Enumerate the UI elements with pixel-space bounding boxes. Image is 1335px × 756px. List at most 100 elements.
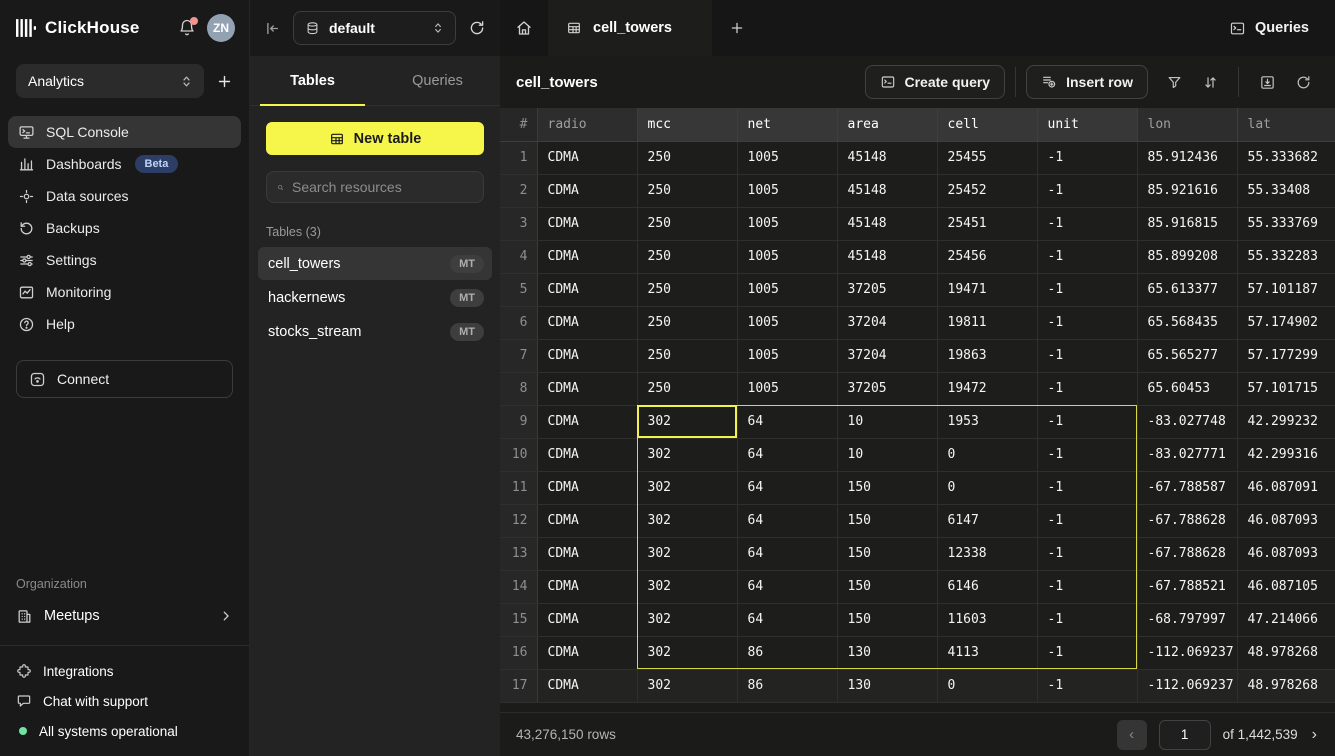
table-cell[interactable]: 64: [737, 438, 837, 471]
table-cell[interactable]: 45148: [837, 141, 937, 174]
table-cell[interactable]: 1005: [737, 141, 837, 174]
table-cell[interactable]: CDMA: [537, 438, 637, 471]
table-cell[interactable]: -1: [1037, 570, 1137, 603]
table-cell[interactable]: CDMA: [537, 570, 637, 603]
system-status[interactable]: All systems operational: [0, 716, 249, 746]
table-cell[interactable]: 46.087093: [1237, 537, 1335, 570]
table-cell[interactable]: 302: [637, 471, 737, 504]
table-cell[interactable]: CDMA: [537, 240, 637, 273]
column-header[interactable]: mcc: [637, 108, 737, 141]
table-cell[interactable]: -1: [1037, 537, 1137, 570]
table-cell[interactable]: 1005: [737, 240, 837, 273]
table-cell[interactable]: CDMA: [537, 174, 637, 207]
column-header[interactable]: net: [737, 108, 837, 141]
row-number[interactable]: 5: [500, 273, 537, 306]
table-cell[interactable]: 250: [637, 273, 737, 306]
table-cell[interactable]: 25456: [937, 240, 1037, 273]
table-cell[interactable]: 55.33408: [1237, 174, 1335, 207]
table-cell[interactable]: 11603: [937, 603, 1037, 636]
table-cell[interactable]: -1: [1037, 636, 1137, 669]
table-cell[interactable]: -1: [1037, 306, 1137, 339]
table-cell[interactable]: 37204: [837, 306, 937, 339]
table-cell[interactable]: 25451: [937, 207, 1037, 240]
table-cell[interactable]: -112.069237: [1137, 636, 1237, 669]
table-cell[interactable]: 64: [737, 537, 837, 570]
row-number[interactable]: 6: [500, 306, 537, 339]
table-cell[interactable]: 85.912436: [1137, 141, 1237, 174]
table-cell[interactable]: 302: [637, 504, 737, 537]
table-cell[interactable]: 55.332283: [1237, 240, 1335, 273]
table-cell[interactable]: CDMA: [537, 636, 637, 669]
table-cell[interactable]: CDMA: [537, 471, 637, 504]
table-list-item-hackernews[interactable]: hackernews MT: [258, 281, 492, 314]
row-number[interactable]: 15: [500, 603, 537, 636]
table-cell[interactable]: 250: [637, 207, 737, 240]
row-number[interactable]: 4: [500, 240, 537, 273]
table-cell[interactable]: 19811: [937, 306, 1037, 339]
sidebar-item-dashboards[interactable]: Dashboards Beta: [8, 148, 241, 180]
table-cell[interactable]: 45148: [837, 240, 937, 273]
sidebar-item-integrations[interactable]: Integrations: [0, 656, 249, 686]
table-cell[interactable]: 1005: [737, 174, 837, 207]
table-cell[interactable]: -1: [1037, 273, 1137, 306]
table-cell[interactable]: 48.978268: [1237, 636, 1335, 669]
row-number[interactable]: 14: [500, 570, 537, 603]
table-cell[interactable]: 302: [637, 603, 737, 636]
table-cell[interactable]: 250: [637, 141, 737, 174]
table-cell[interactable]: 250: [637, 372, 737, 405]
table-cell[interactable]: 64: [737, 405, 837, 438]
row-number[interactable]: 7: [500, 339, 537, 372]
table-cell[interactable]: 85.921616: [1137, 174, 1237, 207]
table-cell[interactable]: 1005: [737, 339, 837, 372]
sidebar-item-sql-console[interactable]: SQL Console: [8, 116, 241, 148]
table-cell[interactable]: 37205: [837, 273, 937, 306]
table-cell[interactable]: 37204: [837, 339, 937, 372]
collapse-panel-button[interactable]: [264, 20, 281, 37]
table-cell[interactable]: 10: [837, 405, 937, 438]
row-number[interactable]: 9: [500, 405, 537, 438]
previous-page-button[interactable]: ‹: [1117, 720, 1147, 750]
table-cell[interactable]: 0: [937, 471, 1037, 504]
page-number-input[interactable]: [1159, 720, 1211, 750]
table-cell[interactable]: -1: [1037, 141, 1137, 174]
table-cell[interactable]: 1005: [737, 306, 837, 339]
table-cell[interactable]: 302: [637, 570, 737, 603]
table-cell[interactable]: 19863: [937, 339, 1037, 372]
table-cell[interactable]: 250: [637, 339, 737, 372]
table-cell[interactable]: 150: [837, 471, 937, 504]
table-cell[interactable]: 0: [937, 669, 1037, 702]
table-cell[interactable]: 250: [637, 240, 737, 273]
table-cell[interactable]: -83.027771: [1137, 438, 1237, 471]
table-cell[interactable]: 86: [737, 636, 837, 669]
table-cell[interactable]: -1: [1037, 240, 1137, 273]
table-cell[interactable]: CDMA: [537, 372, 637, 405]
sidebar-item-help[interactable]: Help: [8, 308, 241, 340]
filter-button[interactable]: [1156, 65, 1192, 99]
row-number[interactable]: 2: [500, 174, 537, 207]
column-header[interactable]: lat: [1237, 108, 1335, 141]
table-cell[interactable]: -1: [1037, 438, 1137, 471]
table-cell[interactable]: 150: [837, 570, 937, 603]
sidebar-item-meetups[interactable]: Meetups: [0, 599, 249, 633]
table-cell[interactable]: 85.916815: [1137, 207, 1237, 240]
table-cell[interactable]: -112.069237: [1137, 669, 1237, 702]
table-cell[interactable]: 57.101187: [1237, 273, 1335, 306]
table-cell[interactable]: -1: [1037, 339, 1137, 372]
table-cell[interactable]: 19472: [937, 372, 1037, 405]
table-cell[interactable]: 302: [637, 537, 737, 570]
table-cell[interactable]: CDMA: [537, 669, 637, 702]
table-cell[interactable]: 65.60453: [1137, 372, 1237, 405]
table-cell[interactable]: -1: [1037, 471, 1137, 504]
notifications-button[interactable]: [176, 17, 198, 39]
table-cell[interactable]: -67.788587: [1137, 471, 1237, 504]
table-cell[interactable]: 57.101715: [1237, 372, 1335, 405]
table-cell[interactable]: 1953: [937, 405, 1037, 438]
column-header[interactable]: lon: [1137, 108, 1237, 141]
table-cell[interactable]: -1: [1037, 207, 1137, 240]
avatar[interactable]: ZN: [207, 14, 235, 42]
table-cell[interactable]: 302: [637, 669, 737, 702]
table-cell[interactable]: -1: [1037, 504, 1137, 537]
column-header[interactable]: radio: [537, 108, 637, 141]
table-cell[interactable]: 86: [737, 669, 837, 702]
table-cell[interactable]: 65.568435: [1137, 306, 1237, 339]
